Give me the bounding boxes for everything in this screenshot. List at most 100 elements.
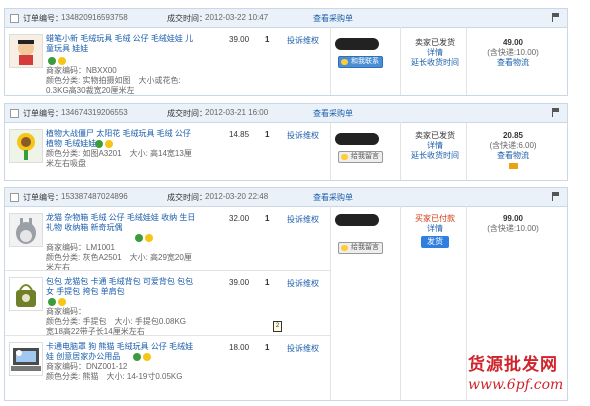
view-purchase-link[interactable]: 查看采购单 bbox=[313, 13, 353, 24]
flag-icon[interactable] bbox=[552, 108, 561, 117]
product-code-label: 商家编码： bbox=[46, 66, 86, 75]
bulb-icon bbox=[58, 297, 66, 306]
product-code-line: 商家编码：DNZ001-12 bbox=[46, 362, 196, 372]
order-checkbox[interactable] bbox=[10, 109, 19, 118]
seller-name-redacted bbox=[335, 38, 379, 50]
shipping-fee: (含快递:10.00) bbox=[487, 224, 539, 233]
logistics-icon bbox=[508, 163, 518, 169]
order-total: 99.00 bbox=[502, 214, 524, 223]
product-badges bbox=[93, 139, 243, 149]
order-time: 2012-03-21 16:00 bbox=[205, 108, 269, 117]
logistics-link[interactable]: 查看物流 bbox=[473, 151, 553, 161]
flag-icon[interactable] bbox=[552, 13, 561, 22]
quantity: 1 bbox=[265, 343, 270, 352]
product-thumbnail[interactable] bbox=[9, 277, 43, 311]
order-number-label: 订单编号： bbox=[23, 193, 63, 202]
product-code: DNZ001-12 bbox=[86, 362, 128, 371]
list-item: 龙猫 杂物箱 毛绒 公仔 毛绒娃娃 收纳 生日礼物 收纳箱 新奇玩偶 商家编码：… bbox=[5, 207, 330, 272]
complaint-link[interactable]: 投诉维权 bbox=[287, 35, 319, 46]
order-checkbox[interactable] bbox=[10, 193, 19, 202]
seller-name-redacted bbox=[335, 133, 379, 145]
order-number: 134820916593758 bbox=[61, 13, 128, 22]
order-number: 134674319206553 bbox=[61, 108, 128, 117]
order-total: 49.00 bbox=[502, 38, 524, 47]
bulb-icon bbox=[105, 139, 113, 148]
complaint-link[interactable]: 投诉维权 bbox=[287, 214, 319, 225]
product-code-label: 商家编码： bbox=[46, 307, 86, 316]
product-code: LM1001 bbox=[86, 243, 115, 252]
list-item: 包包 龙猫包 卡通 毛绒背包 可爱背包 包包 女 手提包 挎包 单肩包 商家编码… bbox=[5, 270, 330, 336]
flag-icon[interactable] bbox=[552, 192, 561, 201]
unit-price: 14.85 bbox=[229, 130, 250, 139]
order-status: 卖家已发货 bbox=[415, 131, 455, 140]
detail-link[interactable]: 详情 bbox=[405, 224, 465, 234]
product-thumbnail[interactable] bbox=[9, 342, 43, 376]
guarantee-icon bbox=[135, 233, 143, 242]
product-code-line: 商家编码：NBXX00 bbox=[46, 66, 196, 76]
list-item: 植物大战僵尸 太阳花 毛绒玩具 毛绒 公仔 植物 毛绒娃娃 颜色分类: 如图A3… bbox=[5, 123, 567, 179]
extend-receipt-link[interactable]: 延长收货时间 bbox=[405, 58, 465, 68]
watermark-url: www.6pf.com bbox=[468, 377, 564, 393]
order-header: 订单编号： 134674319206553 成交时间： 2012-03-21 1… bbox=[5, 104, 567, 123]
leave-message-button[interactable]: 给我留言 bbox=[338, 242, 383, 254]
detail-link[interactable]: 详情 bbox=[405, 141, 465, 151]
logistics-link[interactable]: 查看物流 bbox=[473, 58, 553, 68]
quantity: 1 bbox=[265, 214, 270, 223]
guarantee-icon bbox=[133, 352, 141, 361]
product-code: NBXX00 bbox=[86, 66, 117, 75]
order-1: 订单编号： 134820916593758 成交时间： 2012-03-22 1… bbox=[4, 8, 568, 96]
complaint-link[interactable]: 投诉维权 bbox=[287, 343, 319, 354]
product-code-line: 商家编码：LM1001 bbox=[46, 243, 196, 253]
product-badges bbox=[46, 56, 196, 66]
quantity: 1 bbox=[265, 130, 270, 139]
order-total: 20.85 bbox=[502, 131, 524, 140]
order-number-label: 订单编号： bbox=[23, 109, 63, 118]
product-thumbnail[interactable] bbox=[9, 213, 43, 247]
order-checkbox[interactable] bbox=[10, 14, 19, 23]
product-badges bbox=[131, 352, 281, 362]
product-title[interactable]: 包包 龙猫包 卡通 毛绒背包 可爱背包 包包 女 手提包 挎包 单肩包 bbox=[46, 277, 196, 297]
order-number-label: 订单编号： bbox=[23, 14, 63, 23]
list-item: 卡通电脑罩 狗 熊猫 毛绒玩具 公仔 毛绒娃娃 创意居家办公用品 商家编码：DN… bbox=[5, 335, 330, 400]
product-title[interactable]: 蜡笔小新 毛绒玩具 毛绒 公仔 毛绒娃娃 儿童玩具 娃娃 bbox=[46, 34, 196, 54]
product-code-line: 商家编码： bbox=[46, 307, 196, 317]
unit-price: 39.00 bbox=[229, 278, 250, 287]
view-purchase-link[interactable]: 查看采购单 bbox=[313, 108, 353, 119]
order-status: 卖家已发货 bbox=[415, 38, 455, 47]
guarantee-icon bbox=[48, 56, 56, 65]
product-title[interactable]: 龙猫 杂物箱 毛绒 公仔 毛绒娃娃 收纳 生日礼物 收纳箱 新奇玩偶 bbox=[46, 213, 196, 233]
list-item: 蜡笔小新 毛绒玩具 毛绒 公仔 毛绒娃娃 儿童玩具 娃娃 商家编码：NBXX00… bbox=[5, 28, 567, 95]
extend-receipt-link[interactable]: 延长收货时间 bbox=[405, 151, 465, 161]
leave-message-button[interactable]: 给我留言 bbox=[338, 151, 383, 163]
unit-price: 32.00 bbox=[229, 214, 250, 223]
view-purchase-link[interactable]: 查看采购单 bbox=[313, 192, 353, 203]
bulb-icon bbox=[58, 56, 66, 65]
product-code-label: 商家编码： bbox=[46, 243, 86, 252]
seller-name-redacted bbox=[335, 214, 379, 226]
product-code-label: 商家编码： bbox=[46, 362, 86, 371]
complaint-link[interactable]: 投诉维权 bbox=[287, 130, 319, 141]
order-number: 153387487024896 bbox=[61, 192, 128, 201]
contact-button[interactable]: 和我联系 bbox=[338, 56, 383, 68]
cursor-marker-icon: 2 bbox=[273, 321, 282, 332]
complaint-link[interactable]: 投诉维权 bbox=[287, 278, 319, 289]
watermark-logo: 货源批发网 www.6pf.com bbox=[468, 350, 586, 400]
order-2: 订单编号： 134674319206553 成交时间： 2012-03-21 1… bbox=[4, 103, 568, 181]
product-spec: 颜色分类: 熊猫 大小: 14-19寸0.05KG bbox=[46, 372, 183, 381]
order-header: 订单编号： 153387487024896 成交时间： 2012-03-20 2… bbox=[5, 188, 567, 207]
ship-button[interactable]: 发货 bbox=[421, 236, 449, 248]
product-thumbnail[interactable] bbox=[9, 34, 43, 68]
guarantee-icon bbox=[48, 297, 56, 306]
order-time: 2012-03-22 10:47 bbox=[205, 13, 269, 22]
product-thumbnail[interactable] bbox=[9, 129, 43, 163]
order-time: 2012-03-20 22:48 bbox=[205, 192, 269, 201]
guarantee-icon bbox=[95, 139, 103, 148]
order-status: 买家已付款 bbox=[415, 214, 455, 223]
order-time-label: 成交时间： bbox=[167, 14, 207, 23]
quantity: 1 bbox=[265, 35, 270, 44]
shipping-fee: (含快递:6.00) bbox=[489, 141, 537, 150]
unit-price: 18.00 bbox=[229, 343, 250, 352]
detail-link[interactable]: 详情 bbox=[405, 48, 465, 58]
watermark-title: 货源批发网 bbox=[468, 355, 558, 375]
unit-price: 39.00 bbox=[229, 35, 250, 44]
